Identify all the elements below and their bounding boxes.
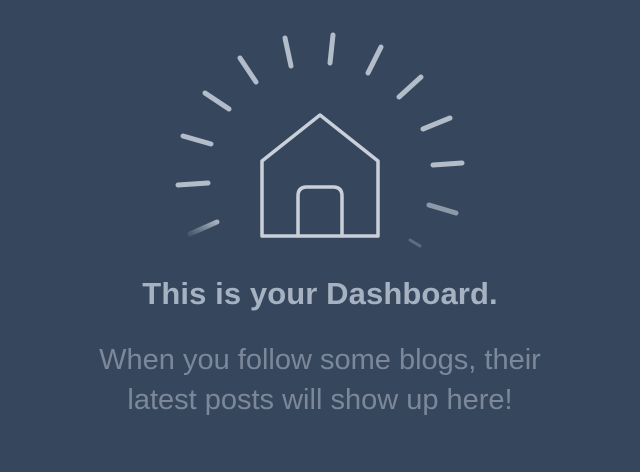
ray [175,180,211,188]
ray [396,74,424,100]
ray [426,202,459,216]
ray [202,90,232,112]
ray [327,32,336,66]
sunburst-rays [175,32,465,248]
ray [237,55,259,85]
dashboard-illustration [175,32,465,248]
ray [430,160,465,168]
dashboard-message: When you follow some blogs, their latest… [40,340,600,420]
dashboard-title: This is your Dashboard. [142,276,498,311]
dashboard-message-line-2: latest posts will show up here! [127,384,513,416]
ray [365,44,384,76]
dashboard-empty-state: This is your Dashboard. When you follow … [0,0,640,472]
dashboard-message-line-1: When you follow some blogs, their [99,344,541,376]
house-icon [260,113,380,238]
ray [187,219,220,237]
ray [420,115,453,132]
ray [282,35,294,69]
ray [180,133,214,147]
ray [408,238,422,248]
